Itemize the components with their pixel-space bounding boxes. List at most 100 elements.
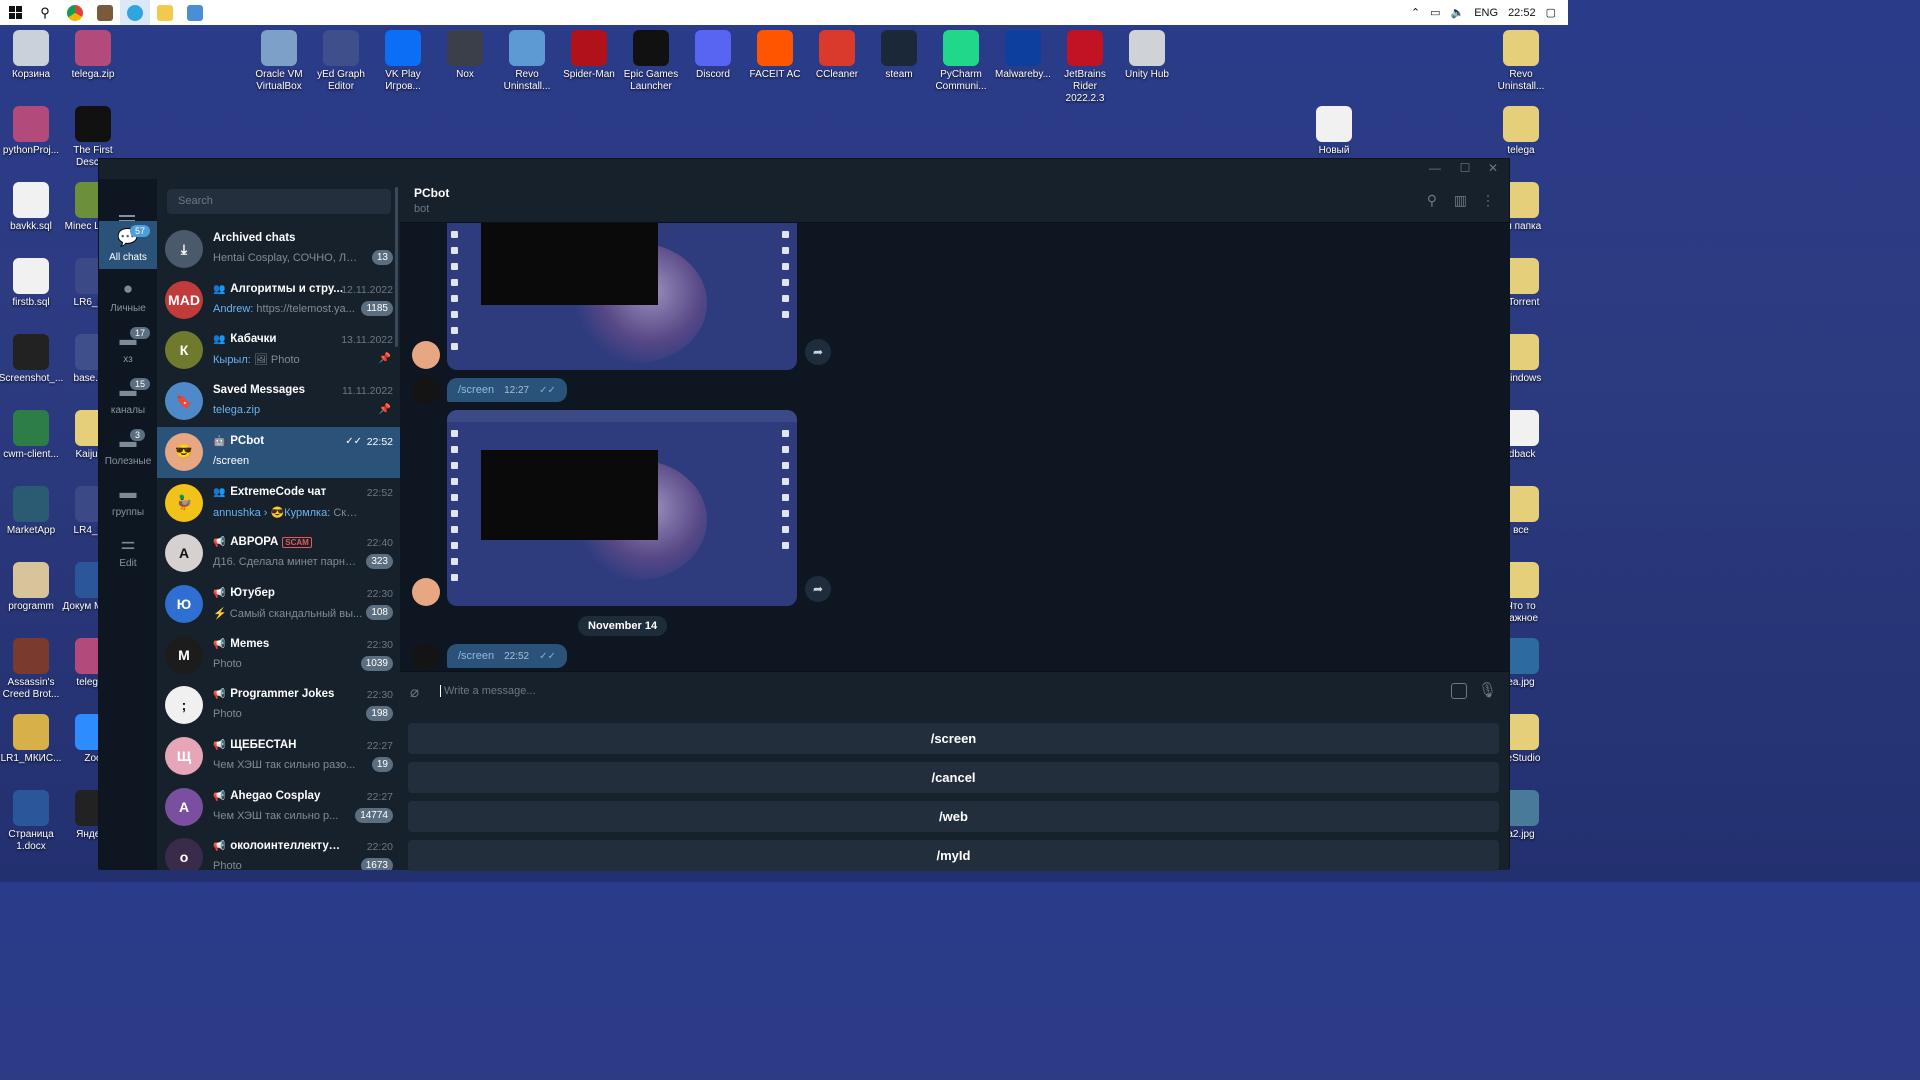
microphone-icon[interactable]: 🎙 <box>1478 681 1497 699</box>
volume-icon[interactable]: 🔈 <box>1451 6 1465 19</box>
outgoing-message[interactable]: /screen 22:52 ✓✓ <box>447 644 567 668</box>
desktop-icon[interactable]: Страница 1.docx <box>0 790 62 853</box>
desktop-icon[interactable]: yEd Graph Editor <box>310 30 372 93</box>
desktop-icon[interactable]: Корзина <box>0 30 62 81</box>
desktop-icon[interactable]: MarketApp <box>0 486 62 537</box>
bot-avatar[interactable] <box>412 341 440 369</box>
chat-list-item[interactable]: A 📢 Ahegao Cosplay 22:27 Чем ХЭШ так сильно… <box>157 782 400 833</box>
keyboard-button-cancel[interactable]: /cancel <box>408 762 1499 793</box>
composer: ⌀ Write a message... 🎙 <box>400 671 1509 715</box>
desktop-icon[interactable]: Unity Hub <box>1116 30 1178 81</box>
desktop-icon-label: telega <box>1507 145 1535 156</box>
start-button[interactable] <box>0 0 30 25</box>
chat-name: ЩЕБЕСТАН <box>230 739 297 751</box>
chat-list-item[interactable]: Ю 📢 Ютубер 22:30 ⚡ Самый скандальный вы... 1… <box>157 579 400 630</box>
desktop-icon[interactable]: FACEIT AC <box>744 30 806 81</box>
desktop-icon[interactable]: CCleaner <box>806 30 868 81</box>
desktop-icon[interactable]: cwm-client... <box>0 410 62 461</box>
maximize-icon[interactable]: ☐ <box>1451 161 1479 175</box>
bot-avatar[interactable] <box>412 578 440 606</box>
paperclip-icon[interactable]: ⌀ <box>410 683 419 701</box>
folder-tab[interactable]: ▬ группы <box>99 476 157 524</box>
chat-list-item[interactable]: M 📢 Memes 22:30 Photo 1039 <box>157 630 400 681</box>
desktop-icon[interactable]: pythonProj... <box>0 106 62 157</box>
desktop-icon[interactable]: steam <box>868 30 930 81</box>
desktop-icon-label: ea.jpg <box>1507 677 1535 688</box>
folder-tab[interactable]: ▬ 17 хз <box>99 323 157 371</box>
folder-tab[interactable]: 💬 57 All chats <box>99 221 157 269</box>
desktop-icon[interactable]: Discord <box>682 30 744 81</box>
taskbar-app[interactable] <box>90 0 120 25</box>
desktop-icon[interactable]: PyCharm Communi... <box>930 30 992 93</box>
keyboard-button-web[interactable]: /web <box>408 801 1499 832</box>
desktop-icon[interactable]: Новый <box>1303 106 1365 157</box>
desktop-icon[interactable]: LR1_МКИС... <box>0 714 62 765</box>
desktop-icon[interactable]: telega.zip <box>62 30 124 81</box>
desktop-icon[interactable]: Nox <box>434 30 496 81</box>
taskbar-app-2[interactable] <box>180 0 210 25</box>
chat-list-item[interactable]: 🦆 👥 ExtremeCode чат 22:52 annushka › 😎Курмл… <box>157 478 400 529</box>
bot-keyboard-toggle-icon[interactable] <box>1451 683 1467 699</box>
search-icon[interactable]: ⚲ <box>1427 192 1437 209</box>
folder-tab[interactable]: ● Личные <box>99 272 157 320</box>
chevron-up-icon[interactable]: ⌃ <box>1411 6 1420 19</box>
desktop-icon[interactable]: firstb.sql <box>0 258 62 309</box>
user-avatar[interactable] <box>412 643 440 671</box>
app-icon <box>261 30 297 66</box>
user-avatar[interactable] <box>412 377 440 405</box>
search-button[interactable]: ⚲ <box>30 0 60 25</box>
keyboard-button-screen[interactable]: /screen <box>408 723 1499 754</box>
language-indicator[interactable]: ENG <box>1474 7 1498 19</box>
desktop-icon[interactable]: programm <box>0 562 62 613</box>
folder-tab[interactable]: ▬ 3 Полезные <box>99 425 157 473</box>
chat-list-item[interactable]: 😎 🤖 PCbot 22:52/screen ✓✓ <box>157 426 400 478</box>
chat-list-item[interactable]: К 👥 Кабачки 13.11.2022 Кырыл: 🖼 Photo 📌 <box>157 325 400 376</box>
chat-list-item[interactable]: о 📢 околоинтеллектуальн... 22:20 Photo 1673 <box>157 832 400 870</box>
notification-icon[interactable]: ▢ <box>1546 6 1556 19</box>
chat-list-item[interactable]: Щ 📢 ЩЕБЕСТАН 22:27 Чем ХЭШ так сильно разо.… <box>157 731 400 782</box>
clock[interactable]: 22:52 <box>1508 7 1536 19</box>
chat-list-item[interactable]: ⤓ Archived chats Hentai Cosplay, СОЧНО, Ли… <box>157 224 400 275</box>
folder-tab[interactable]: ▬ 15 каналы <box>99 374 157 422</box>
desktop-icon[interactable]: Assassin's Creed Brot... <box>0 638 62 701</box>
message-input[interactable]: Write a message... <box>440 685 536 697</box>
network-icon[interactable]: ▭ <box>1430 6 1440 19</box>
taskbar-explorer[interactable] <box>150 0 180 25</box>
desktop-icon[interactable]: Spider-Man <box>558 30 620 81</box>
desktop-icon[interactable]: bavkk.sql <box>0 182 62 233</box>
chat-header[interactable]: PCbot bot ⚲ ▥ ⋮ <box>400 179 1509 223</box>
more-icon[interactable]: ⋮ <box>1481 192 1495 209</box>
chat-name-row: 👥 Алгоритмы и стру... <box>213 283 343 295</box>
keyboard-button-myid[interactable]: /myId <box>408 840 1499 871</box>
taskbar-chrome[interactable] <box>60 0 90 25</box>
chat-list-item[interactable]: А 📢 АВРОРА SCAM 22:40 Д16. Сделала минет пар… <box>157 528 400 579</box>
chat-list-item[interactable]: 🔖 Saved Messages 11.11.2022 telega.zip 📌 <box>157 376 400 427</box>
chat-time: 22:52 <box>366 486 393 499</box>
forward-icon[interactable]: ➦ <box>805 339 831 365</box>
desktop-icon[interactable]: Oracle VM VirtualBox <box>248 30 310 93</box>
desktop-icon[interactable]: Revo Uninstall... <box>1490 30 1552 93</box>
desktop-icon[interactable]: VK Play Игров... <box>372 30 434 93</box>
minimize-icon[interactable]: — <box>1421 161 1449 175</box>
desktop-icon[interactable]: Screenshot_... <box>0 334 63 385</box>
forward-icon[interactable]: ➦ <box>805 576 831 602</box>
photo-message[interactable] <box>447 410 797 606</box>
search-input[interactable]: Search <box>167 189 391 214</box>
chat-time: 11.11.2022 <box>342 385 393 398</box>
photo-message[interactable] <box>447 223 797 370</box>
chatlist-scrollbar[interactable] <box>395 187 398 347</box>
desktop-icon[interactable]: JetBrains Rider 2022.2.3 <box>1054 30 1116 105</box>
chat-list-item[interactable]: ; 📢 Programmer Jokes 22:30 Photo 198 <box>157 680 400 731</box>
desktop-icon[interactable]: Malwareby... <box>992 30 1054 81</box>
folder-edit[interactable]: ⚌ Edit <box>99 527 157 575</box>
sidebar-toggle-icon[interactable]: ▥ <box>1454 192 1467 209</box>
close-icon[interactable]: ✕ <box>1479 161 1507 175</box>
taskbar-telegram[interactable] <box>120 0 150 25</box>
desktop-icon[interactable]: telega <box>1490 106 1552 157</box>
outgoing-message[interactable]: /screen 12:27 ✓✓ <box>447 378 567 402</box>
desktop-icon[interactable]: Revo Uninstall... <box>496 30 558 93</box>
app-icon <box>1005 30 1041 66</box>
window-titlebar[interactable]: — ☐ ✕ <box>99 159 1509 179</box>
desktop-icon[interactable]: Epic Games Launcher <box>620 30 682 93</box>
chat-list-item[interactable]: MAD 👥 Алгоритмы и стру... 12.11.2022 Andrew… <box>157 275 400 326</box>
